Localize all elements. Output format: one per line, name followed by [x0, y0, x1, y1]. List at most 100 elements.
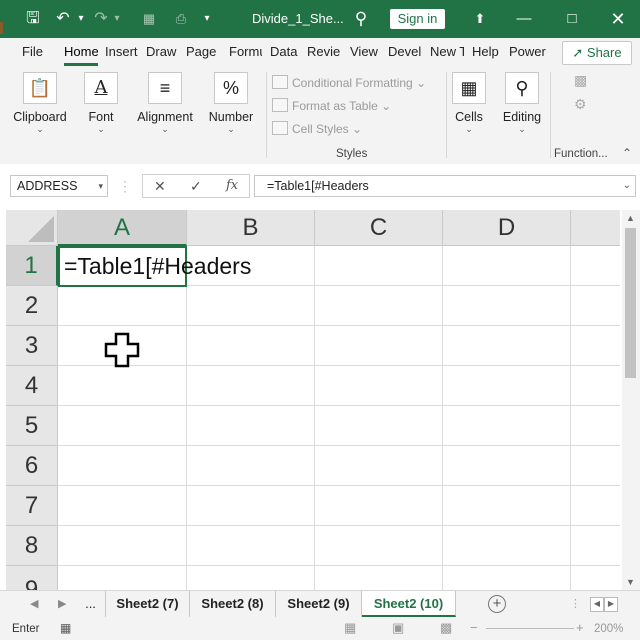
worksheet-grid[interactable]: A B C D 1 2 3 4 5 6 7 8 9 =Table1[#Heade…	[6, 210, 620, 590]
grid-cell[interactable]	[187, 406, 315, 446]
search-icon[interactable]: ⚲	[350, 9, 372, 29]
format-as-table-button[interactable]: Format as Table ⌄	[272, 98, 391, 113]
grid-cell[interactable]	[315, 566, 443, 590]
column-header-c[interactable]: C	[315, 210, 443, 246]
vertical-scrollbar[interactable]: ▲ ▼	[622, 210, 640, 590]
active-cell-a1[interactable]: =Table1[#Headers	[58, 246, 251, 287]
ribbon-display-icon[interactable]: ⬆	[468, 8, 492, 30]
scroll-left-icon[interactable]: ◀	[590, 597, 604, 612]
tab-developer[interactable]: Devel	[388, 45, 424, 63]
tab-data[interactable]: Data	[270, 45, 300, 63]
cell-styles-button[interactable]: Cell Styles ⌄	[272, 121, 362, 136]
tab-file[interactable]: File	[22, 45, 43, 63]
grid-cell[interactable]	[571, 446, 620, 486]
grid-cell[interactable]	[187, 326, 315, 366]
tab-view[interactable]: View	[350, 45, 380, 63]
zoom-level[interactable]: 200%	[594, 623, 623, 635]
grid-cell[interactable]	[315, 246, 443, 286]
grid-cell[interactable]	[571, 326, 620, 366]
grid-cell[interactable]	[58, 486, 187, 526]
grid-cell[interactable]	[58, 286, 187, 326]
tab-split-dots-icon[interactable]: ⋮	[570, 597, 581, 610]
grid-cell[interactable]	[58, 406, 187, 446]
name-box[interactable]: ADDRESS ▾	[10, 175, 108, 197]
normal-view-icon[interactable]: ▦	[344, 620, 356, 636]
grid-cell[interactable]	[571, 246, 620, 286]
row-header-3[interactable]: 3	[6, 326, 58, 366]
column-header-d[interactable]: D	[443, 210, 571, 246]
font-button[interactable]: A Font ⌄	[80, 72, 122, 134]
grid-cell[interactable]	[443, 486, 571, 526]
share-button[interactable]: ➚ Share	[562, 41, 632, 65]
grid-cell[interactable]	[315, 366, 443, 406]
grid-cell[interactable]	[443, 326, 571, 366]
grid-cell[interactable]	[571, 286, 620, 326]
row-header-7[interactable]: 7	[6, 486, 58, 526]
grid-cell[interactable]	[58, 366, 187, 406]
scroll-down-icon[interactable]: ▼	[626, 577, 635, 587]
cancel-icon[interactable]: ✕	[154, 178, 166, 195]
customize-qat-icon[interactable]: ▾	[196, 9, 218, 29]
tab-page-layout[interactable]: Page	[186, 45, 218, 63]
column-header-e[interactable]	[571, 210, 620, 246]
grid-cell[interactable]	[187, 366, 315, 406]
grid-cell[interactable]	[315, 326, 443, 366]
grid-cell[interactable]	[571, 406, 620, 446]
column-header-b[interactable]: B	[187, 210, 315, 246]
grid-cell[interactable]	[187, 286, 315, 326]
grid-cell[interactable]	[571, 366, 620, 406]
tab-insert[interactable]: Insert	[105, 45, 139, 63]
grid-cell[interactable]	[315, 486, 443, 526]
grid-cell[interactable]	[443, 406, 571, 446]
grid-cell[interactable]	[58, 566, 187, 590]
page-break-view-icon[interactable]: ▩	[440, 620, 452, 636]
tab-help[interactable]: Help	[472, 45, 502, 63]
grid-cell[interactable]	[443, 526, 571, 566]
close-icon[interactable]: ✕	[606, 8, 630, 30]
cells-button[interactable]: ▦ Cells ⌄	[450, 72, 488, 134]
row-header-2[interactable]: 2	[6, 286, 58, 326]
alignment-button[interactable]: ≡ Alignment ⌄	[134, 72, 196, 134]
tab-review[interactable]: Revie	[307, 45, 343, 63]
redo-dropdown-icon[interactable]: ▾	[106, 9, 128, 29]
function-icon[interactable]: ▩	[574, 72, 587, 89]
formula-input[interactable]: =Table1[#Headers ⌄	[254, 175, 636, 197]
select-all-corner[interactable]	[6, 210, 58, 246]
tab-formulas[interactable]: Formu	[229, 45, 262, 63]
grid-cell[interactable]	[187, 446, 315, 486]
maximize-icon[interactable]: □	[560, 8, 584, 30]
grid-cell[interactable]	[571, 486, 620, 526]
grid-cell[interactable]	[443, 286, 571, 326]
row-header-4[interactable]: 4	[6, 366, 58, 406]
macro-record-icon[interactable]: ▦	[60, 621, 71, 635]
grid-cell[interactable]	[315, 406, 443, 446]
zoom-out-icon[interactable]: −	[470, 620, 478, 635]
print-icon[interactable]: ⎙	[170, 9, 192, 29]
grid-cell[interactable]	[187, 486, 315, 526]
clipboard-button[interactable]: 📋 Clipboard ⌄	[12, 72, 68, 134]
row-header-8[interactable]: 8	[6, 526, 58, 566]
conditional-formatting-button[interactable]: Conditional Formatting ⌄	[272, 75, 426, 90]
sheet-tab-sheet2-8[interactable]: Sheet2 (8)	[190, 591, 276, 617]
editing-button[interactable]: ⚲ Editing ⌄	[500, 72, 544, 134]
row-header-6[interactable]: 6	[6, 446, 58, 486]
save-icon[interactable]: 🖫	[22, 9, 44, 29]
grid-cell[interactable]	[443, 366, 571, 406]
grid-cell[interactable]	[443, 246, 571, 286]
grid-cell[interactable]	[315, 526, 443, 566]
sheet-tab-sheet2-10[interactable]: Sheet2 (10)	[362, 591, 456, 617]
page-layout-view-icon[interactable]: ▣	[392, 620, 404, 636]
enter-check-icon[interactable]: ✓	[190, 178, 202, 195]
grid-cell[interactable]	[443, 566, 571, 590]
grid-cell[interactable]	[571, 566, 620, 590]
insert-function-icon[interactable]: fx	[226, 178, 238, 193]
grid-cell[interactable]	[58, 526, 187, 566]
chevron-down-icon[interactable]: ▾	[98, 176, 103, 196]
grid-cell[interactable]	[58, 446, 187, 486]
grid-cell[interactable]	[187, 566, 315, 590]
row-header-9[interactable]: 9	[6, 566, 58, 590]
row-header-1[interactable]: 1	[6, 246, 58, 286]
sheet-tab-sheet2-7[interactable]: Sheet2 (7)	[106, 591, 190, 617]
add-sheet-icon[interactable]: +	[488, 595, 506, 613]
column-header-a[interactable]: A	[58, 210, 187, 246]
